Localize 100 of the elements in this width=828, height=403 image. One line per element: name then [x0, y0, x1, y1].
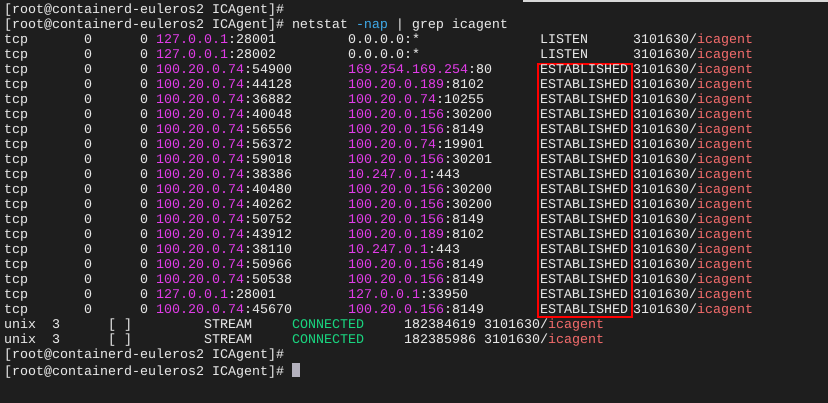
queue-count: 0 [140, 108, 148, 123]
process-text: 3101630/icagent [632, 258, 753, 273]
address-text: 100.20.0.156:8149 [348, 258, 484, 273]
address-text: 100.20.0.74:44128 [156, 78, 292, 93]
state-text: ESTABLISHED [536, 183, 633, 198]
prompt-text: [root@containerd-euleros2 ICAgent]# [4, 348, 284, 363]
protocol-text: tcp [4, 33, 28, 48]
address-text: 0.0.0.0:* [348, 48, 420, 63]
state-text: CONNECTED [292, 333, 364, 348]
socket-type-text: STREAM [204, 318, 252, 333]
state-text: LISTEN [538, 48, 589, 63]
process-text: 3101630/icagent [632, 303, 753, 318]
state-text: ESTABLISHED [536, 153, 633, 168]
address-text: 100.20.0.74:56372 [156, 138, 292, 153]
flags-text: [ ] [108, 318, 132, 333]
protocol-text: unix [4, 333, 36, 348]
state-text: ESTABLISHED [536, 198, 633, 213]
address-text: 100.20.0.74:40480 [156, 183, 292, 198]
queue-count: 0 [140, 123, 148, 138]
process-text: 3101630/icagent [484, 318, 604, 333]
queue-count: 0 [140, 213, 148, 228]
address-text: 10.247.0.1:443 [348, 168, 460, 183]
queue-count: 0 [84, 273, 92, 288]
address-text: 127.0.0.1:28002 [156, 48, 276, 63]
queue-count: 0 [84, 108, 92, 123]
queue-count: 0 [140, 183, 148, 198]
state-text: ESTABLISHED [536, 288, 633, 303]
prompt-text: [root@containerd-euleros2 ICAgent]# [4, 18, 284, 33]
protocol-text: tcp [4, 243, 28, 258]
protocol-text: tcp [4, 258, 28, 273]
queue-count: 0 [140, 303, 148, 318]
inode-text: 182385986 [404, 333, 476, 348]
protocol-text: unix [4, 318, 36, 333]
protocol-text: tcp [4, 138, 28, 153]
state-text: ESTABLISHED [536, 108, 633, 123]
state-text: ESTABLISHED [536, 303, 633, 318]
queue-count: 0 [84, 123, 92, 138]
address-text: 100.20.0.74:50966 [156, 258, 292, 273]
refcount-text: 3 [52, 318, 60, 333]
process-text: 3101630/icagent [632, 93, 753, 108]
state-text: ESTABLISHED [536, 258, 633, 273]
protocol-text: tcp [4, 108, 28, 123]
flags-text: [ ] [108, 333, 132, 348]
queue-count: 0 [140, 258, 148, 273]
address-text: 100.20.0.74:50752 [156, 213, 292, 228]
queue-count: 0 [140, 168, 148, 183]
state-text: ESTABLISHED [536, 213, 633, 228]
protocol-text: tcp [4, 153, 28, 168]
process-text: 3101630/icagent [632, 243, 753, 258]
process-text: 3101630/icagent [632, 198, 753, 213]
state-text: CONNECTED [292, 318, 364, 333]
process-text: 3101630/icagent [632, 63, 753, 78]
process-text: 3101630/icagent [632, 48, 753, 63]
prompt-text: [root@containerd-euleros2 ICAgent]# [4, 3, 284, 18]
queue-count: 0 [84, 228, 92, 243]
process-text: 3101630/icagent [632, 33, 753, 48]
queue-count: 0 [140, 198, 148, 213]
queue-count: 0 [140, 78, 148, 93]
socket-type-text: STREAM [204, 333, 252, 348]
state-text: ESTABLISHED [536, 228, 633, 243]
queue-count: 0 [84, 33, 92, 48]
protocol-text: tcp [4, 273, 28, 288]
address-text: 127.0.0.1:28001 [156, 33, 276, 48]
queue-count: 0 [140, 63, 148, 78]
queue-count: 0 [84, 63, 92, 78]
process-text: 3101630/icagent [632, 153, 753, 168]
state-text: ESTABLISHED [536, 123, 633, 138]
address-text: 100.20.0.74:50538 [156, 273, 292, 288]
process-text: 3101630/icagent [632, 138, 753, 153]
state-text: ESTABLISHED [536, 63, 633, 78]
address-text: 100.20.0.156:8149 [348, 303, 484, 318]
protocol-text: tcp [4, 168, 28, 183]
queue-count: 0 [140, 228, 148, 243]
protocol-text: tcp [4, 228, 28, 243]
process-text: 3101630/icagent [632, 168, 753, 183]
queue-count: 0 [84, 138, 92, 153]
address-text: 100.20.0.156:30201 [348, 153, 492, 168]
address-text: 100.20.0.156:30200 [348, 183, 492, 198]
protocol-text: tcp [4, 63, 28, 78]
address-text: 100.20.0.156:8149 [348, 273, 484, 288]
address-text: 100.20.0.74:36882 [156, 93, 292, 108]
address-text: 100.20.0.74:43912 [156, 228, 292, 243]
queue-count: 0 [140, 243, 148, 258]
address-text: 100.20.0.156:8149 [348, 213, 484, 228]
protocol-text: tcp [4, 303, 28, 318]
address-text: 100.20.0.74:59018 [156, 153, 292, 168]
state-text: ESTABLISHED [536, 273, 633, 288]
state-text: ESTABLISHED [536, 78, 633, 93]
address-text: 100.20.0.74:40262 [156, 198, 292, 213]
protocol-text: tcp [4, 48, 28, 63]
address-text: 169.254.169.254:80 [348, 63, 492, 78]
queue-count: 0 [140, 288, 148, 303]
address-text: 127.0.0.1:28001 [156, 288, 276, 303]
queue-count: 0 [84, 303, 92, 318]
address-text: 100.20.0.74:38386 [156, 168, 292, 183]
queue-count: 0 [84, 243, 92, 258]
state-text: ESTABLISHED [536, 168, 633, 183]
address-text: 10.247.0.1:443 [348, 243, 460, 258]
process-text: 3101630/icagent [632, 78, 753, 93]
address-text: 100.20.0.74:10255 [348, 93, 484, 108]
